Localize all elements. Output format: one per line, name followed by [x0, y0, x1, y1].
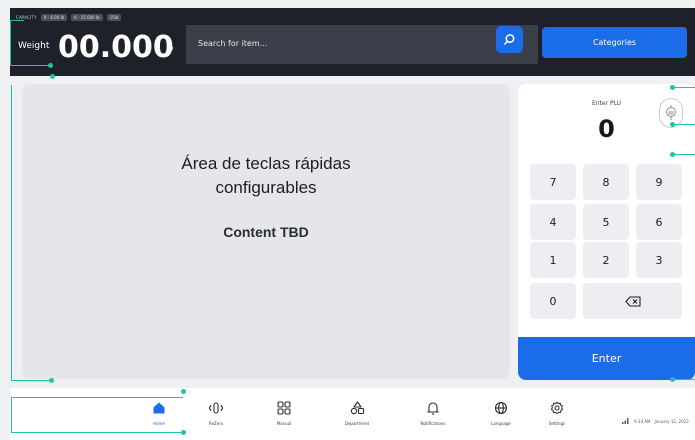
key-9[interactable]: 9	[636, 164, 682, 200]
enter-button[interactable]: Enter	[518, 337, 695, 380]
globe-icon	[493, 400, 509, 416]
capacity-chip: 0 - 6.00 lb	[40, 14, 68, 21]
guide-dot	[670, 85, 675, 90]
quick-keys-title: Área de teclas rápidas configurables	[181, 154, 351, 197]
guide-line	[10, 20, 11, 65]
backspace-icon	[624, 295, 641, 307]
top-bar: CAPACITY 0 - 6.00 lb 6 - 15.000 lb 15lb …	[10, 8, 695, 76]
guide-line	[10, 65, 50, 66]
guide-dot	[181, 430, 186, 435]
key-6[interactable]: 6	[636, 204, 682, 240]
plu-keypad: Enter PLU 0 7 8 9 4 5 6 1 2 3 0 Enter	[518, 84, 695, 380]
search-placeholder: Search for item...	[198, 39, 268, 48]
key-2[interactable]: 2	[583, 242, 629, 278]
department-icon	[349, 400, 365, 416]
nav-item-home[interactable]: Home	[134, 400, 184, 434]
guide-line	[11, 432, 183, 433]
key-0[interactable]: 0	[530, 283, 576, 319]
nav-label: Department	[344, 421, 370, 426]
nav-label: Home	[153, 421, 165, 426]
guide-dot	[670, 122, 675, 127]
nav-label: ReZero	[208, 421, 224, 426]
guide-line	[11, 380, 51, 381]
weight-unit: lb	[168, 45, 174, 52]
nav-label: Language	[491, 421, 511, 426]
signal-icon	[622, 418, 629, 424]
weight-label: Weight	[18, 41, 50, 51]
home-icon	[151, 400, 167, 416]
key-5[interactable]: 5	[583, 204, 629, 240]
capacity-chip: 15lb	[106, 14, 122, 21]
key-8[interactable]: 8	[583, 164, 629, 200]
nav-item-manual[interactable]: Manual	[259, 400, 309, 434]
guide-line	[672, 379, 695, 380]
grid-icon	[276, 400, 292, 416]
guide-line	[10, 20, 24, 21]
guide-dot	[49, 378, 54, 383]
backspace-button[interactable]	[583, 283, 682, 319]
capacity-chip: 6 - 15.000 lb	[71, 14, 103, 21]
pos-screen: CAPACITY 0 - 6.00 lb 6 - 15.000 lb 15lb …	[0, 0, 695, 440]
guide-line	[11, 85, 12, 230]
key-3[interactable]: 3	[636, 242, 682, 278]
search-input[interactable]: Search for item...	[186, 25, 538, 64]
nav-item-notifications[interactable]: Notifications	[408, 400, 458, 434]
guide-dot	[50, 74, 55, 79]
nav-item-rezero[interactable]: ReZero	[191, 400, 241, 434]
guide-dot	[48, 63, 53, 68]
nav-item-settings[interactable]: Settings	[532, 400, 582, 434]
categories-button[interactable]: Categories	[542, 27, 687, 58]
guide-line	[672, 124, 695, 125]
guide-dot	[670, 377, 675, 382]
quick-keys-area: Área de teclas rápidas configurables Con…	[22, 84, 510, 379]
guide-line	[672, 87, 695, 88]
guide-line	[11, 397, 183, 398]
nav-label: Settings	[548, 421, 566, 426]
status-date: January 12, 2023	[654, 418, 689, 424]
gear-icon	[549, 400, 565, 416]
nav-item-language[interactable]: Language	[476, 400, 526, 434]
nav-label: Notifications	[420, 421, 446, 426]
key-7[interactable]: 7	[530, 164, 576, 200]
key-1[interactable]: 1	[530, 242, 576, 278]
status-time: 9:34 AM	[634, 418, 651, 424]
guide-line	[672, 154, 695, 155]
capacity-row: CAPACITY 0 - 6.00 lb 6 - 15.000 lb 15lb	[16, 14, 122, 21]
key-4[interactable]: 4	[530, 204, 576, 240]
search-icon	[504, 34, 515, 45]
guide-line	[11, 397, 12, 432]
guide-dot	[181, 389, 186, 394]
status-bar: 9:34 AM January 12, 2023	[622, 418, 689, 424]
nav-item-department[interactable]: Department	[332, 400, 382, 434]
search-button[interactable]	[496, 26, 523, 53]
guide-line	[11, 230, 12, 380]
rezero-icon	[208, 400, 224, 416]
quick-keys-subtitle: Content TBD	[223, 224, 309, 240]
weight-value: 00.000	[58, 30, 174, 65]
guide-dot	[670, 152, 675, 157]
bell-icon	[425, 400, 441, 416]
nav-label: Manual	[276, 421, 292, 426]
